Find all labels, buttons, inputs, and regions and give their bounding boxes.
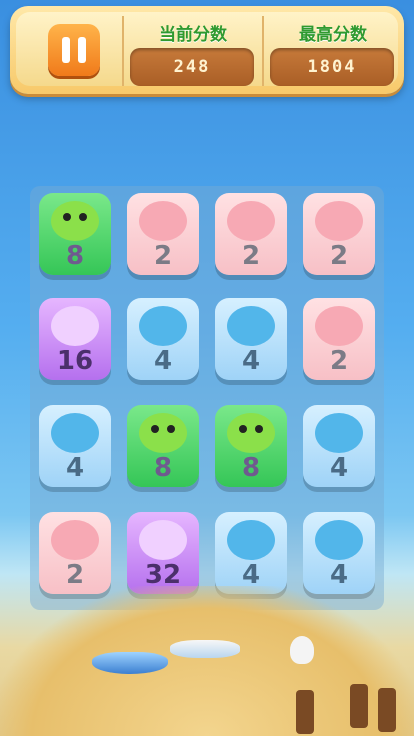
pig-icon	[315, 201, 363, 241]
frog-icon	[139, 413, 187, 453]
dock-post	[296, 690, 314, 734]
tile-value: 4	[153, 346, 173, 376]
tile: 8	[39, 193, 111, 275]
boat-icon	[170, 640, 240, 658]
tile: 16	[39, 298, 111, 380]
best-score-label: 最高分数	[299, 25, 367, 45]
pause-button[interactable]	[48, 24, 100, 76]
pig-icon	[139, 201, 187, 241]
tile-value: 4	[65, 453, 85, 483]
tile-value: 8	[241, 453, 261, 483]
tile: 4	[215, 298, 287, 380]
current-score-value: 248	[130, 48, 254, 86]
tile: 8	[215, 405, 287, 487]
seagull-icon	[290, 636, 314, 664]
tile-value: 8	[153, 453, 173, 483]
tile: 4	[303, 405, 375, 487]
cat-icon	[51, 306, 99, 346]
pig-icon	[227, 201, 275, 241]
divider	[122, 16, 124, 86]
tile: 2	[303, 193, 375, 275]
tile-value: 2	[153, 241, 173, 271]
tile: 2	[39, 512, 111, 594]
seal-icon	[51, 413, 99, 453]
tile: 4	[39, 405, 111, 487]
pause-icon	[62, 37, 70, 63]
tile-value: 2	[329, 241, 349, 271]
tile: 4	[303, 512, 375, 594]
tile-value: 4	[241, 346, 261, 376]
tile: 2	[215, 193, 287, 275]
tile: 2	[303, 298, 375, 380]
seal-icon	[315, 413, 363, 453]
seal-icon	[227, 306, 275, 346]
frog-icon	[51, 201, 99, 241]
score-header: 当前分数 248 最高分数 1804	[10, 6, 404, 94]
pig-icon	[315, 306, 363, 346]
tile: 8	[127, 405, 199, 487]
tile-value: 16	[56, 346, 94, 376]
boat-icon	[92, 652, 168, 674]
seal-icon	[139, 306, 187, 346]
pig-icon	[51, 520, 99, 560]
tile-value: 4	[329, 453, 349, 483]
tile: 32	[127, 512, 199, 594]
tile-value: 2	[329, 346, 349, 376]
best-score-value: 1804	[270, 48, 394, 86]
dock-post	[378, 688, 396, 732]
tile-value: 8	[65, 241, 85, 271]
cat-icon	[139, 520, 187, 560]
divider	[262, 16, 264, 86]
tile: 4	[127, 298, 199, 380]
frog-icon	[227, 413, 275, 453]
seal-icon	[227, 520, 275, 560]
seal-icon	[315, 520, 363, 560]
tile-value: 2	[241, 241, 261, 271]
tile: 2	[127, 193, 199, 275]
dock-post	[350, 684, 368, 728]
tile: 4	[215, 512, 287, 594]
current-score-label: 当前分数	[159, 25, 227, 45]
pause-icon-bar	[78, 37, 86, 63]
